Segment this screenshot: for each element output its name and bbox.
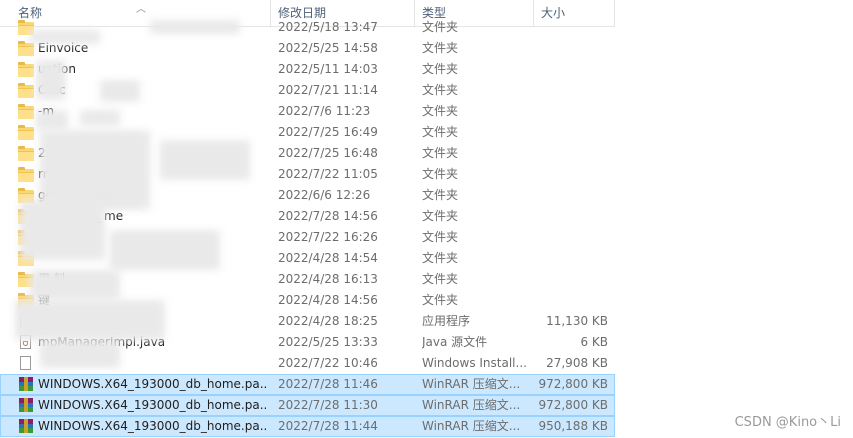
file-date: 2022/7/28 11:44 bbox=[278, 419, 378, 433]
file-type: 文件夹 bbox=[422, 209, 459, 223]
file-size bbox=[535, 80, 608, 101]
file-date: 2022/7/22 16:26 bbox=[278, 230, 378, 244]
file-size bbox=[535, 227, 608, 248]
file-type: 文件夹 bbox=[422, 125, 459, 139]
file-date: 2022/5/18 13:47 bbox=[278, 20, 378, 34]
file-date: 2022/7/6 11:23 bbox=[278, 104, 371, 118]
file-type: WinRAR 压缩文... bbox=[422, 377, 521, 391]
file-name: WINDOWS.X64_193000_db_home.pa... bbox=[38, 377, 266, 391]
file-type: WinRAR 压缩文... bbox=[422, 398, 521, 412]
file-size bbox=[535, 38, 608, 59]
file-date: 2022/4/28 14:56 bbox=[278, 293, 378, 307]
file-date: 2022/4/28 16:13 bbox=[278, 272, 378, 286]
file-type: 文件夹 bbox=[422, 83, 459, 97]
redaction bbox=[30, 30, 100, 44]
file-size bbox=[535, 290, 608, 311]
file-name: Offic bbox=[38, 80, 266, 101]
file-date: 2022/5/25 14:58 bbox=[278, 41, 378, 55]
file-size bbox=[535, 185, 608, 206]
folder-icon bbox=[18, 146, 34, 161]
file-date: 2022/4/28 18:25 bbox=[278, 314, 378, 328]
file-icon bbox=[18, 356, 34, 370]
redaction bbox=[150, 20, 240, 34]
rar-icon bbox=[18, 377, 34, 391]
redaction bbox=[15, 300, 165, 340]
file-date: 2022/7/22 10:46 bbox=[278, 356, 378, 370]
file-type: 文件夹 bbox=[422, 41, 459, 55]
file-date: 2022/4/28 14:54 bbox=[278, 251, 378, 265]
folder-icon bbox=[18, 167, 34, 182]
rar-icon bbox=[18, 419, 34, 433]
file-row[interactable]: uation 2022/5/11 14:03 文件夹 bbox=[0, 59, 615, 80]
file-name: -m bbox=[38, 101, 266, 122]
file-date: 2022/7/28 14:56 bbox=[278, 209, 378, 223]
file-size bbox=[535, 269, 608, 290]
file-date: 2022/5/11 14:03 bbox=[278, 62, 378, 76]
file-size bbox=[535, 164, 608, 185]
file-date: 2022/7/25 16:49 bbox=[278, 125, 378, 139]
file-row[interactable]: WINDOWS.X64_193000_db_home.pa... 2022/7/2… bbox=[0, 416, 615, 437]
file-size: 11,130 KB bbox=[546, 314, 608, 328]
redaction bbox=[40, 340, 120, 368]
file-date: 2022/7/25 16:48 bbox=[278, 146, 378, 160]
file-size: 6 KB bbox=[580, 335, 608, 349]
folder-icon bbox=[18, 62, 34, 77]
file-type: 文件夹 bbox=[422, 167, 459, 181]
folder-icon bbox=[18, 104, 34, 119]
redaction bbox=[36, 110, 68, 130]
watermark: CSDN @Kino丶Li bbox=[734, 415, 841, 430]
redaction bbox=[20, 200, 105, 260]
file-type: Java 源文件 bbox=[422, 335, 488, 349]
redaction bbox=[80, 110, 120, 126]
file-type: 文件夹 bbox=[422, 104, 459, 118]
file-row[interactable]: Offic 2022/7/21 11:14 文件夹 bbox=[0, 80, 615, 101]
file-row[interactable]: WINDOWS.X64_193000_db_home.pa... 2022/7/2… bbox=[0, 374, 615, 395]
file-type: 文件夹 bbox=[422, 272, 459, 286]
file-type: 文件夹 bbox=[422, 251, 459, 265]
file-row[interactable]: WINDOWS.X64_193000_db_home.pa... 2022/7/2… bbox=[0, 395, 615, 416]
file-size bbox=[535, 143, 608, 164]
file-size: 27,908 KB bbox=[546, 356, 608, 370]
file-size bbox=[535, 206, 608, 227]
file-type: Windows Install... bbox=[422, 356, 527, 370]
rar-icon bbox=[18, 398, 34, 412]
file-date: 2022/6/6 12:26 bbox=[278, 188, 371, 202]
file-name: uation bbox=[38, 59, 266, 80]
file-size bbox=[535, 122, 608, 143]
folder-icon bbox=[18, 83, 34, 98]
redaction bbox=[160, 140, 250, 180]
file-date: 2022/5/25 13:33 bbox=[278, 335, 378, 349]
redaction bbox=[36, 60, 66, 100]
sort-asc-icon: ︿ bbox=[136, 4, 146, 15]
file-size: 950,188 KB bbox=[538, 419, 608, 433]
redaction bbox=[100, 80, 140, 102]
file-date: 2022/7/28 11:30 bbox=[278, 398, 378, 412]
file-type: 文件夹 bbox=[422, 188, 459, 202]
file-name: WINDOWS.X64_193000_db_home.pa... bbox=[38, 398, 266, 412]
file-size bbox=[535, 101, 608, 122]
file-type: 文件夹 bbox=[422, 230, 459, 244]
file-type: 文件夹 bbox=[422, 62, 459, 76]
file-size bbox=[535, 17, 608, 38]
file-type: 文件夹 bbox=[422, 20, 459, 34]
file-date: 2022/7/28 11:46 bbox=[278, 377, 378, 391]
file-size bbox=[535, 248, 608, 269]
file-size bbox=[535, 59, 608, 80]
file-date: 2022/7/21 11:14 bbox=[278, 83, 378, 97]
redaction bbox=[40, 130, 150, 210]
folder-icon bbox=[18, 125, 34, 140]
file-date: 2022/7/22 11:05 bbox=[278, 167, 378, 181]
file-type: 文件夹 bbox=[422, 293, 459, 307]
file-size: 972,800 KB bbox=[538, 398, 608, 412]
file-name: WINDOWS.X64_193000_db_home.pa... bbox=[38, 419, 266, 433]
redaction bbox=[30, 270, 120, 300]
scrollbar[interactable] bbox=[836, 0, 853, 438]
file-type: 文件夹 bbox=[422, 146, 459, 160]
file-type: 应用程序 bbox=[422, 314, 471, 328]
file-type: WinRAR 压缩文... bbox=[422, 419, 521, 433]
redaction bbox=[110, 230, 220, 270]
file-size: 972,800 KB bbox=[538, 377, 608, 391]
